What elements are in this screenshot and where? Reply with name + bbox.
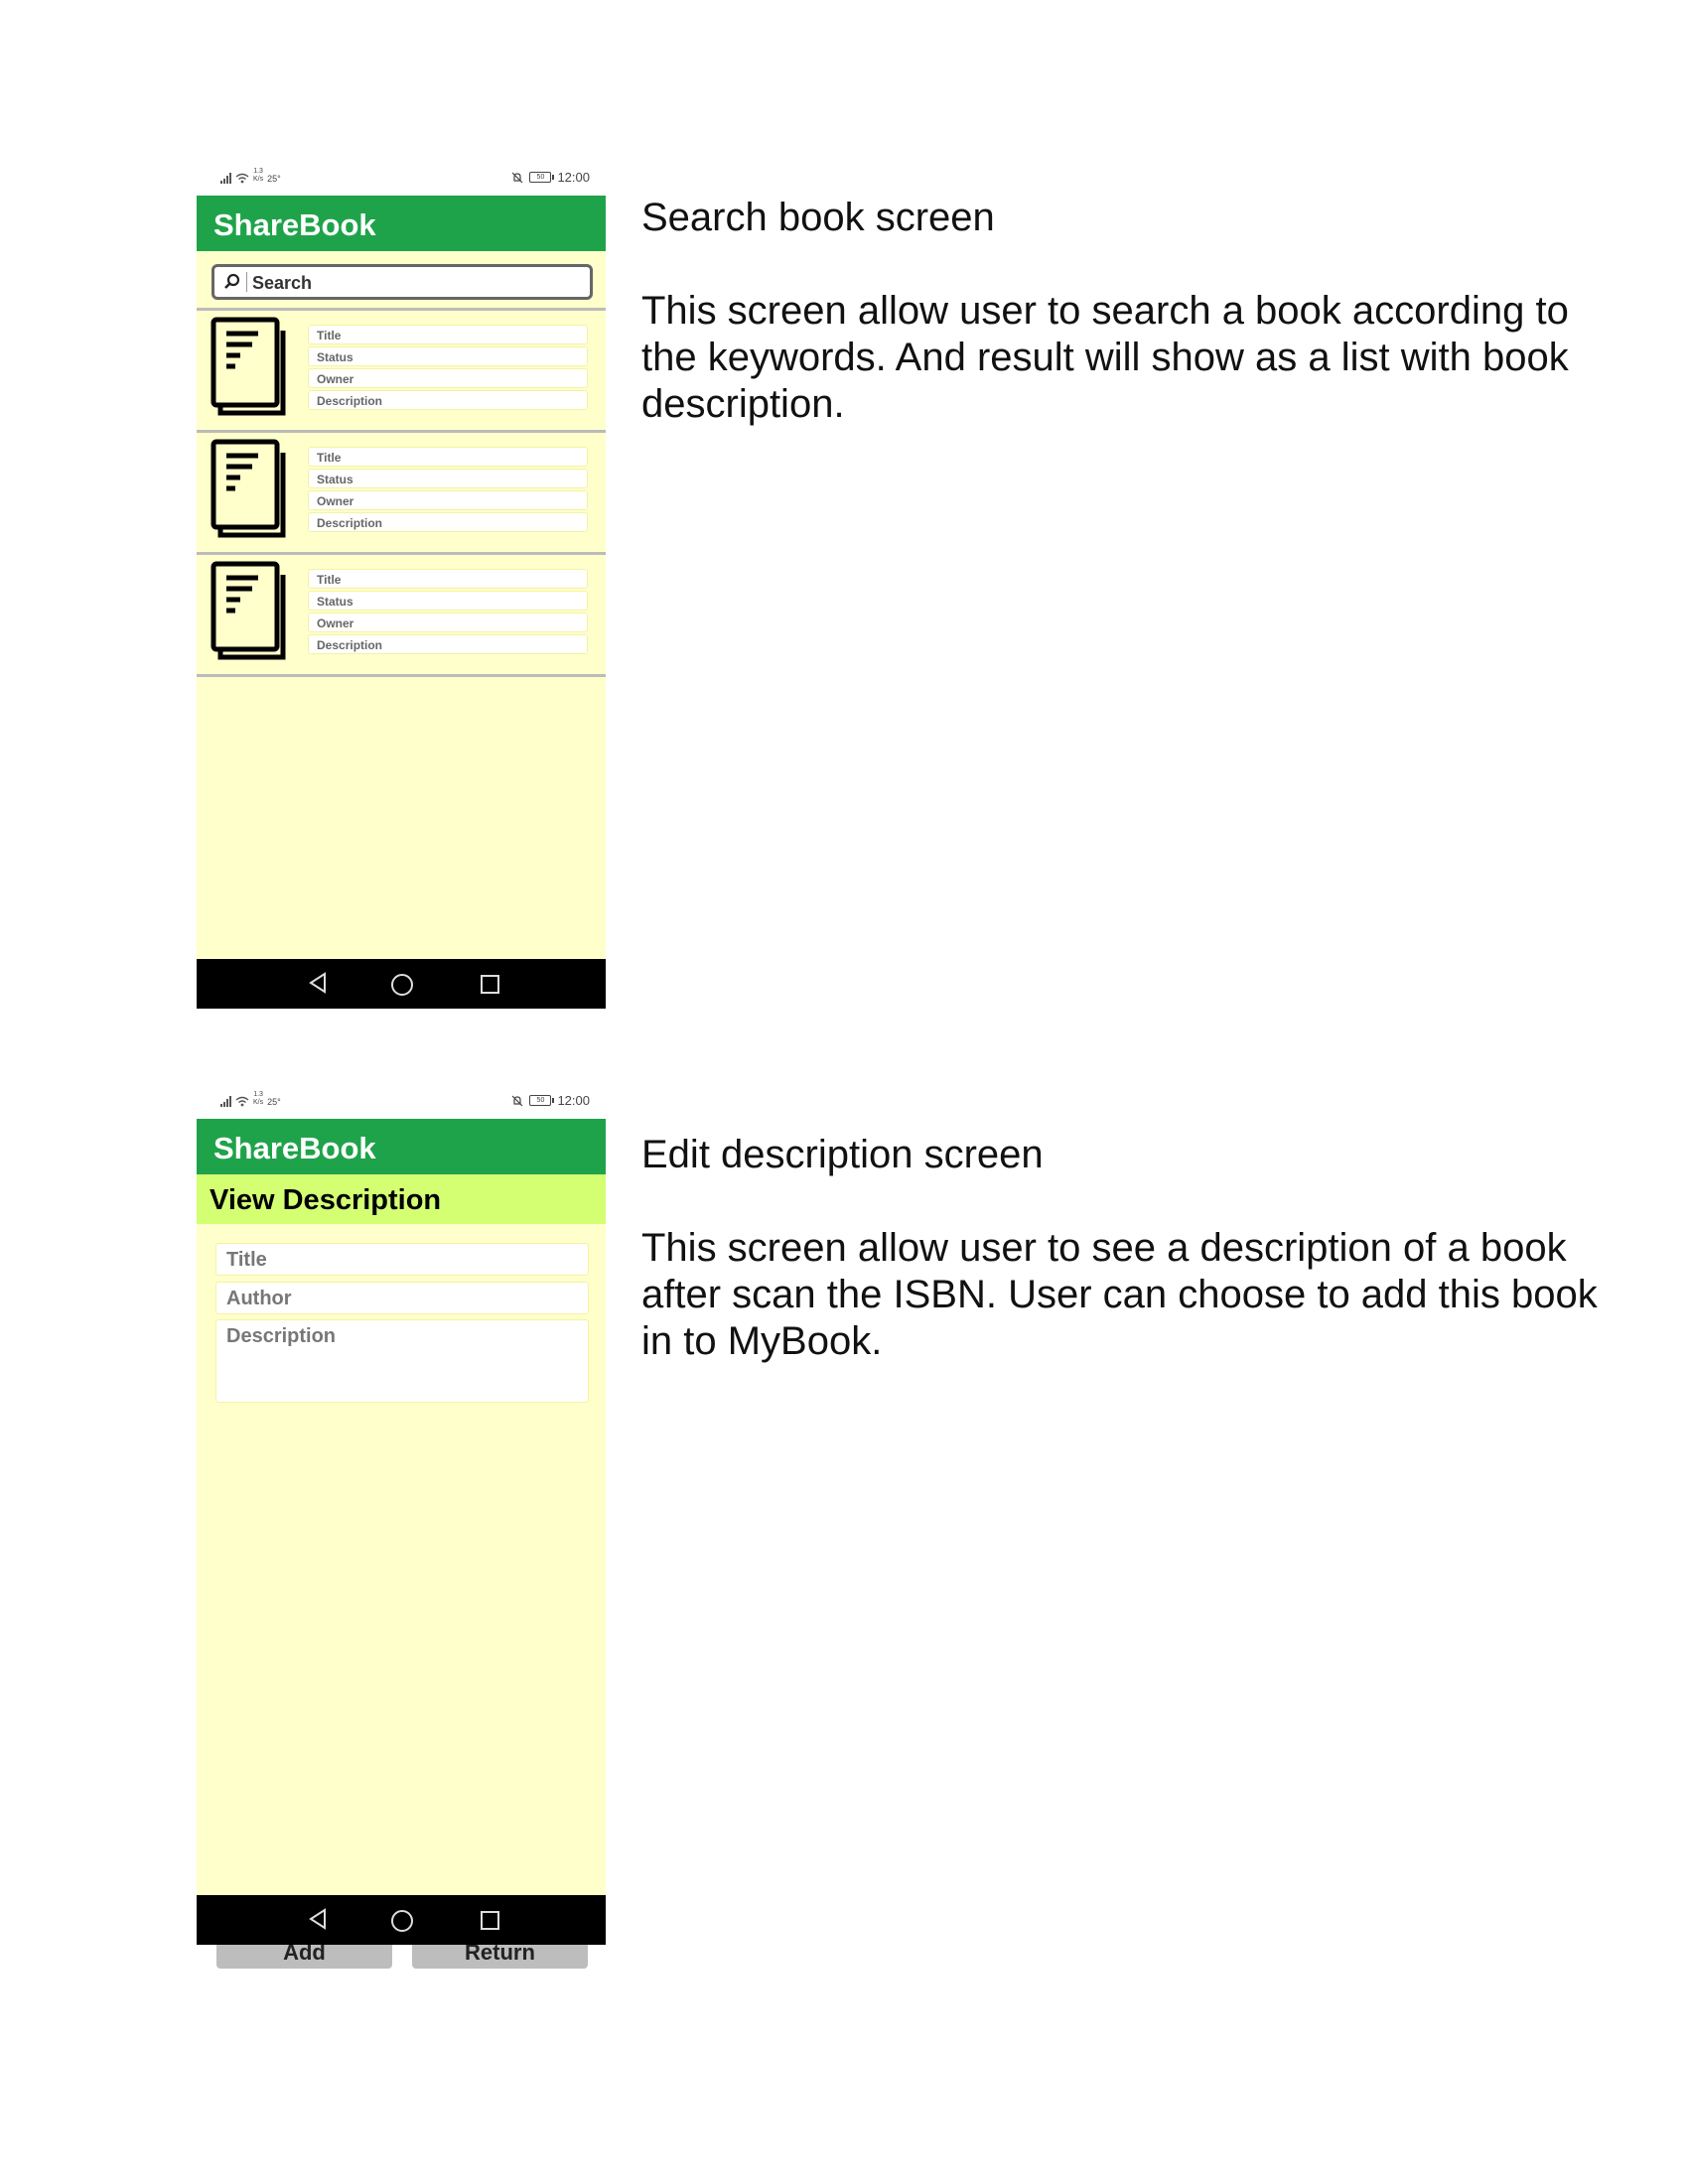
caption-body: This screen allow user to search a book …	[641, 289, 1569, 426]
description-content: View Description Title Author Descriptio…	[197, 1174, 606, 1969]
book-fields: Title Status Owner Description	[308, 447, 588, 534]
section-title: View Description	[197, 1174, 606, 1224]
caption-heading: Edit description screen	[641, 1133, 1044, 1176]
status-bar: 1.3 K/s 25° 50 12:00	[197, 1085, 606, 1119]
temperature: 25°	[267, 174, 281, 184]
search-divider	[246, 272, 247, 292]
status-bar: 1.3 K/s 25° 50 12:00	[197, 162, 606, 196]
book-icon	[211, 439, 286, 538]
book-icon	[211, 561, 286, 660]
book-status-field: Status	[308, 346, 588, 366]
battery-icon: 50	[529, 172, 555, 183]
recent-apps-icon[interactable]	[481, 1911, 499, 1930]
navigation-bar	[197, 1895, 606, 1945]
signal-icon	[220, 172, 231, 184]
book-result-item[interactable]: Title Status Owner Description	[197, 433, 606, 555]
back-icon[interactable]	[308, 972, 328, 994]
book-owner-field: Owner	[308, 368, 588, 388]
book-title-field: Title	[308, 569, 588, 589]
book-fields: Title Status Owner Description	[308, 569, 588, 656]
book-status-field: Status	[308, 591, 588, 611]
book-fields: Title Status Owner Description	[308, 325, 588, 412]
search-screen-phone: 1.3K/s 25° 50 12:00 ShareBook Title Stat…	[197, 162, 606, 1009]
signal-icon	[220, 1095, 231, 1107]
description-field[interactable]: Description	[215, 1319, 589, 1403]
search-bar[interactable]	[211, 264, 593, 300]
search-icon	[224, 273, 240, 289]
network-speed: 1.3 K/s	[253, 1091, 264, 1106]
book-result-item[interactable]: Title Status Owner Description	[197, 555, 606, 677]
book-status-field: Status	[308, 469, 588, 488]
book-description-field: Description	[308, 634, 588, 654]
book-result-list: Title Status Owner Description Title Sta…	[197, 308, 606, 677]
book-description-field: Description	[308, 512, 588, 532]
clock: 12:00	[557, 170, 590, 185]
book-title-field: Title	[308, 325, 588, 344]
battery-icon: 50	[529, 1095, 555, 1106]
author-field[interactable]: Author	[215, 1282, 589, 1314]
temperature: 25°	[267, 1097, 281, 1107]
book-description-field: Description	[308, 390, 588, 410]
app-title: ShareBook	[197, 1119, 606, 1174]
caption-body: This screen allow user to see a descript…	[641, 1226, 1598, 1363]
caption-heading: Search book screen	[641, 196, 995, 239]
description-screen-phone: 1.3 K/s 25° 50 12:00 ShareBook View Descr…	[197, 1085, 606, 1969]
recent-apps-icon[interactable]	[481, 975, 499, 994]
mute-icon	[512, 1095, 523, 1106]
home-icon[interactable]	[391, 974, 413, 996]
search-content: Title Status Owner Description Title Sta…	[197, 251, 606, 959]
clock: 12:00	[557, 1093, 590, 1108]
home-icon[interactable]	[391, 1910, 413, 1932]
wifi-icon	[235, 1096, 249, 1107]
book-owner-field: Owner	[308, 613, 588, 632]
network-speed: 1.3 K/s	[253, 168, 264, 183]
back-icon[interactable]	[308, 1908, 328, 1930]
wifi-icon	[235, 173, 249, 184]
mute-icon	[512, 172, 523, 183]
navigation-bar	[197, 959, 606, 1009]
search-screen-caption: Search book screen This screen allow use…	[641, 195, 1615, 428]
title-field[interactable]: Title	[215, 1243, 589, 1276]
book-result-item[interactable]: Title Status Owner Description	[197, 311, 606, 433]
book-title-field: Title	[308, 447, 588, 467]
description-screen-caption: Edit description screen This screen allo…	[641, 1132, 1615, 1365]
book-owner-field: Owner	[308, 490, 588, 510]
search-input[interactable]	[250, 269, 582, 297]
app-title: ShareBook	[197, 196, 606, 251]
book-icon	[211, 317, 286, 416]
